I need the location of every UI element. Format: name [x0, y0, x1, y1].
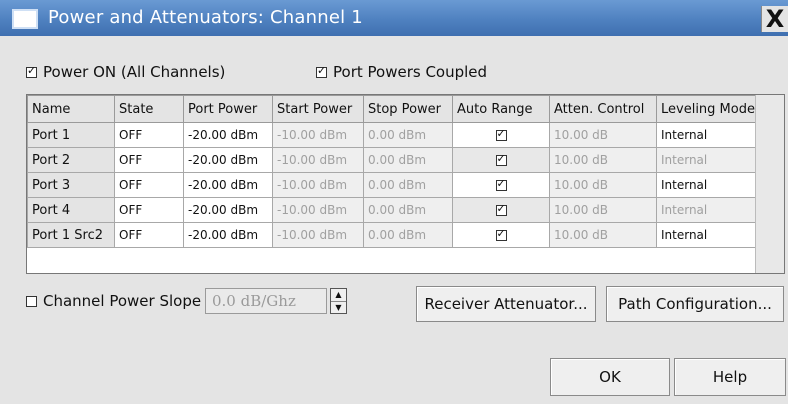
cell-leveling-mode[interactable]: Internal [656, 222, 768, 248]
cell-port-power[interactable]: -20.00 dBm [183, 197, 273, 223]
checkbox-box[interactable] [26, 295, 37, 307]
col-header-port-power: Port Power [183, 95, 273, 123]
auto-range-checkbox[interactable] [495, 177, 507, 191]
cell-start-power[interactable]: -10.00 dBm [272, 122, 364, 148]
channel-power-slope-checkbox[interactable]: Channel Power Slope [26, 292, 201, 310]
auto-range-checkbox[interactable] [495, 152, 507, 166]
cell-stop-power[interactable]: 0.00 dBm [363, 122, 453, 148]
cell-name: Port 1 [27, 122, 115, 148]
col-header-atten-control: Atten. Control [549, 95, 657, 123]
table-row[interactable]: Port 4OFF-20.00 dBm-10.00 dBm0.00 dBm 10.… [27, 197, 768, 223]
col-header-auto-range: Auto Range [452, 95, 550, 123]
cell-atten-control[interactable]: 10.00 dB [549, 147, 657, 173]
cell-atten-control[interactable]: 10.00 dB [549, 197, 657, 223]
cell-leveling-mode[interactable]: Internal [656, 122, 768, 148]
cell-stop-power[interactable]: 0.00 dBm [363, 197, 453, 223]
col-header-state: State [114, 95, 184, 123]
cell-port-power[interactable]: -20.00 dBm [183, 122, 273, 148]
table-header-row: Name State Port Power Start Power Stop P… [27, 95, 768, 123]
table-row[interactable]: Port 2OFF-20.00 dBm-10.00 dBm0.00 dBm 10.… [27, 147, 768, 173]
cell-atten-control[interactable]: 10.00 dB [549, 172, 657, 198]
grid-vertical-scrollbar[interactable] [755, 95, 784, 273]
cell-state[interactable]: OFF [114, 222, 184, 248]
checkbox-box[interactable] [316, 64, 327, 78]
cell-stop-power[interactable]: 0.00 dBm [363, 222, 453, 248]
auto-range-checkbox[interactable] [495, 202, 507, 216]
power-on-checkbox[interactable]: Power ON (All Channels) [26, 63, 225, 81]
cell-port-power[interactable]: -20.00 dBm [183, 222, 273, 248]
cell-name: Port 4 [27, 197, 115, 223]
col-header-stop-power: Stop Power [363, 95, 453, 123]
window-icon [12, 9, 38, 29]
table-row[interactable]: Port 1 Src2 OFF -20.00 dBm -10.00 dBm 0.00 d… [27, 222, 768, 248]
cell-auto-range[interactable] [452, 222, 550, 248]
cell-port-power[interactable]: -20.00 dBm [183, 172, 273, 198]
cell-leveling-mode[interactable]: Internal [656, 197, 768, 223]
col-header-name: Name [27, 95, 115, 123]
cell-auto-range[interactable] [452, 197, 550, 223]
cell-start-power[interactable]: -10.00 dBm [272, 172, 364, 198]
cell-leveling-mode[interactable]: Internal [656, 147, 768, 173]
path-configuration-button[interactable]: Path Configuration... [606, 286, 784, 322]
cell-auto-range[interactable] [452, 147, 550, 173]
cell-state[interactable]: OFF [114, 122, 184, 148]
ok-button[interactable]: OK [550, 358, 670, 396]
col-header-leveling-mode: Leveling Mode [656, 95, 768, 123]
cell-state[interactable]: OFF [114, 147, 184, 173]
port-powers-coupled-label: Port Powers Coupled [333, 63, 488, 81]
cell-start-power[interactable]: -10.00 dBm [272, 197, 364, 223]
power-on-label: Power ON (All Channels) [43, 63, 226, 81]
power-slope-spinner[interactable]: ▲ ▼ [330, 288, 347, 314]
cell-stop-power[interactable]: 0.00 dBm [363, 172, 453, 198]
power-slope-input[interactable]: 0.0 dB/Ghz [205, 288, 327, 314]
cell-stop-power[interactable]: 0.00 dBm [363, 147, 453, 173]
receiver-attenuator-button[interactable]: Receiver Attenuator... [416, 286, 596, 322]
close-button[interactable]: X [761, 6, 788, 32]
checkbox-box[interactable] [26, 64, 37, 78]
table-row[interactable]: Port 3OFF-20.00 dBm-10.00 dBm0.00 dBm 10.… [27, 172, 768, 198]
cell-atten-control[interactable]: 10.00 dB [549, 122, 657, 148]
spinner-down-icon[interactable]: ▼ [331, 302, 346, 314]
cell-port-power[interactable]: -20.00 dBm [183, 147, 273, 173]
cell-name: Port 2 [27, 147, 115, 173]
col-header-start-power: Start Power [272, 95, 364, 123]
auto-range-checkbox[interactable] [495, 127, 507, 141]
spinner-up-icon[interactable]: ▲ [331, 289, 346, 302]
cell-state[interactable]: OFF [114, 197, 184, 223]
table-row[interactable]: Port 1OFF-20.00 dBm-10.00 dBm0.00 dBm 10.… [27, 122, 768, 148]
cell-auto-range[interactable] [452, 172, 550, 198]
window-title: Power and Attenuators: Channel 1 [48, 7, 363, 28]
channel-power-slope-label: Channel Power Slope [43, 292, 202, 310]
cell-name: Port 3 [27, 172, 115, 198]
cell-name: Port 1 Src2 [27, 222, 115, 248]
auto-range-checkbox[interactable] [495, 227, 507, 241]
help-button[interactable]: Help [674, 358, 786, 396]
cell-state[interactable]: OFF [114, 172, 184, 198]
cell-atten-control[interactable]: 10.00 dB [549, 222, 657, 248]
power-attenuators-dialog: Power and Attenuators: Channel 1 X Power… [0, 0, 788, 404]
port-powers-coupled-checkbox[interactable]: Port Powers Coupled [316, 63, 487, 81]
cell-start-power[interactable]: -10.00 dBm [272, 222, 364, 248]
cell-leveling-mode[interactable]: Internal [656, 172, 768, 198]
port-power-table: Name State Port Power Start Power Stop P… [27, 95, 768, 248]
cell-auto-range[interactable] [452, 122, 550, 148]
cell-start-power[interactable]: -10.00 dBm [272, 147, 364, 173]
title-bar[interactable]: Power and Attenuators: Channel 1 X [0, 0, 788, 36]
port-power-grid: Name State Port Power Start Power Stop P… [26, 94, 785, 274]
